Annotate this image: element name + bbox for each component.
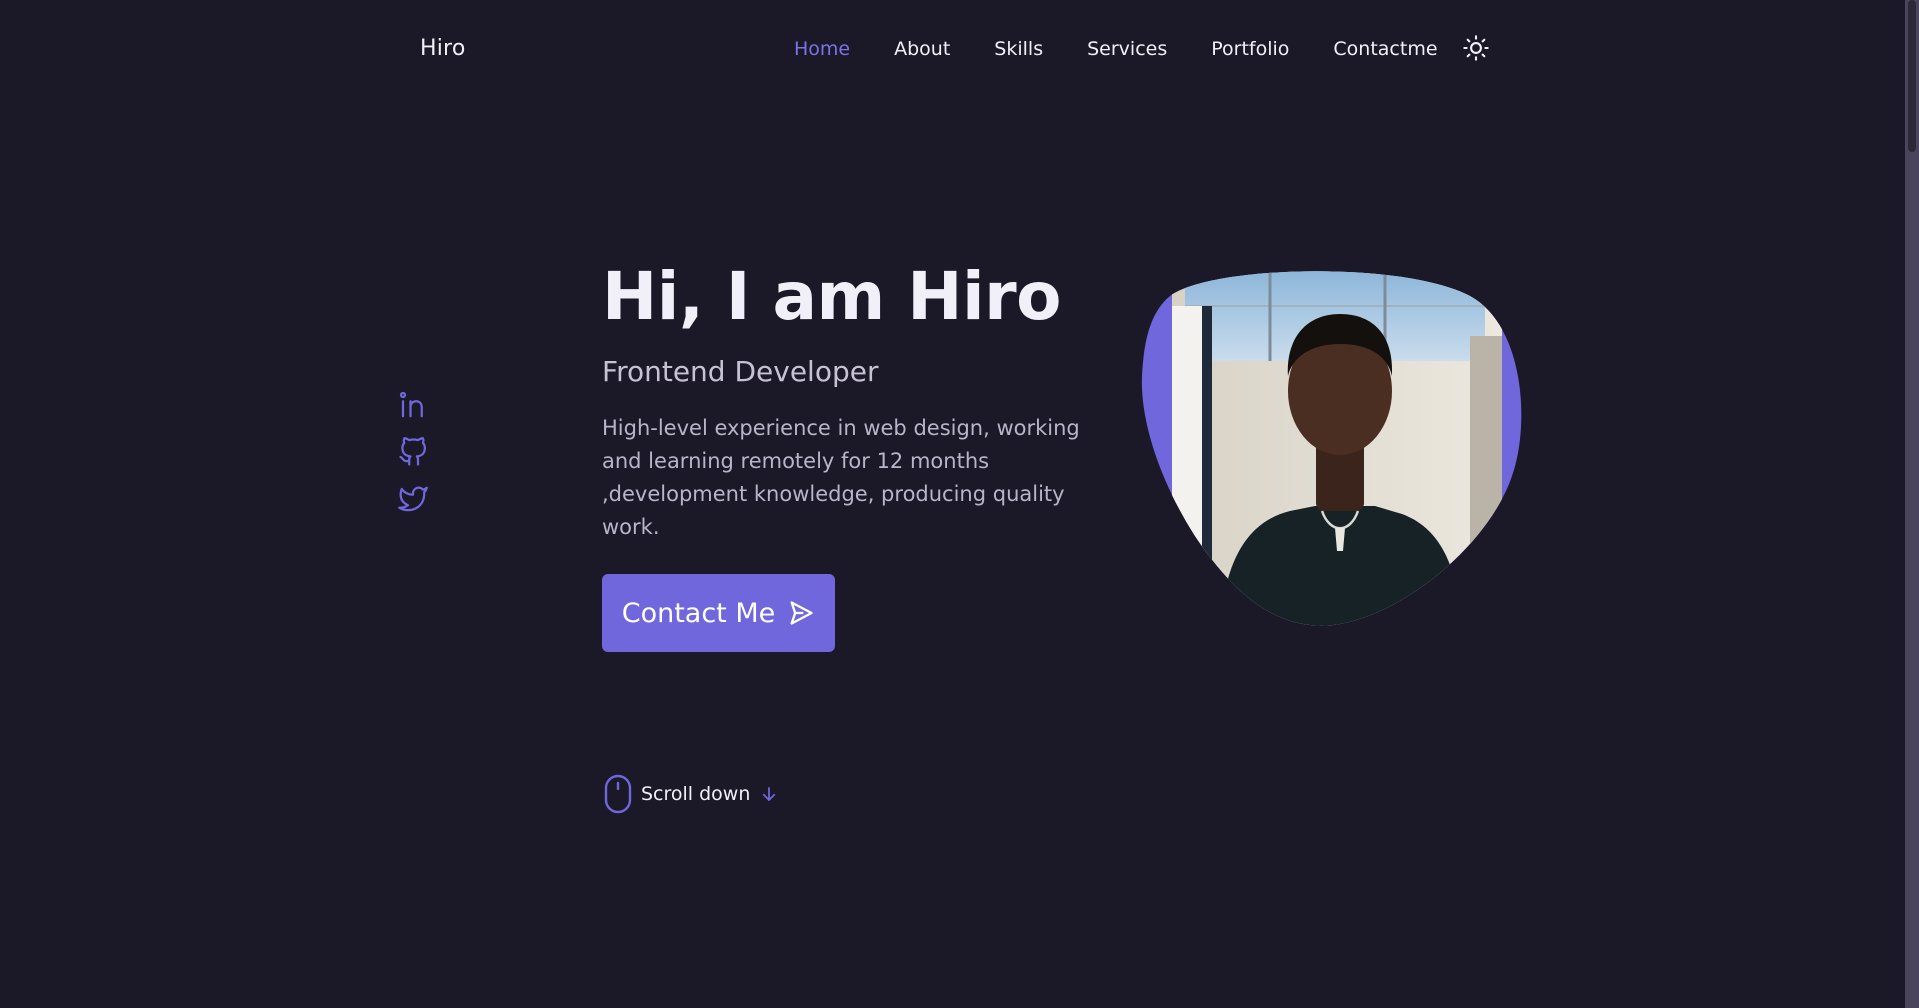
profile-photo <box>1141 271 1522 626</box>
scroll-down-label: Scroll down <box>641 783 751 805</box>
hero-subtitle: Frontend Developer <box>602 355 879 388</box>
nav-link-contactme[interactable]: Contactme <box>1333 38 1437 60</box>
github-icon <box>399 437 426 466</box>
contact-me-label: Contact Me <box>621 597 776 629</box>
nav-link-services[interactable]: Services <box>1087 38 1167 60</box>
linkedin-link[interactable] <box>398 390 428 420</box>
sun-icon <box>1462 35 1489 61</box>
hero-title: Hi, I am Hiro <box>602 258 1061 335</box>
nav-link-portfolio[interactable]: Portfolio <box>1211 38 1289 60</box>
scrollbar-thumb[interactable] <box>1908 0 1916 152</box>
page: Hiro Home About Skills Services Portfoli… <box>0 0 1919 1008</box>
hero-description: High-level experience in web design, wor… <box>602 416 1080 539</box>
send-icon <box>790 601 813 625</box>
logo[interactable]: Hiro <box>420 36 465 61</box>
linkedin-icon <box>399 391 423 418</box>
arrow-down-icon <box>763 787 776 801</box>
twitter-icon <box>398 486 428 512</box>
contact-me-button[interactable]: Contact Me <box>602 574 835 652</box>
github-link[interactable] <box>398 437 428 467</box>
main-nav: Home About Skills Services Portfolio Con… <box>794 34 1490 62</box>
theme-toggle-button[interactable] <box>1462 34 1490 62</box>
mouse-icon <box>604 774 632 814</box>
scroll-down-link[interactable]: Scroll down <box>603 774 778 814</box>
nav-link-home[interactable]: Home <box>794 38 850 60</box>
nav-link-skills[interactable]: Skills <box>994 38 1043 60</box>
scrollbar[interactable] <box>1905 0 1919 1008</box>
twitter-link[interactable] <box>398 484 428 514</box>
social-links <box>398 390 428 531</box>
nav-link-about[interactable]: About <box>894 38 950 60</box>
